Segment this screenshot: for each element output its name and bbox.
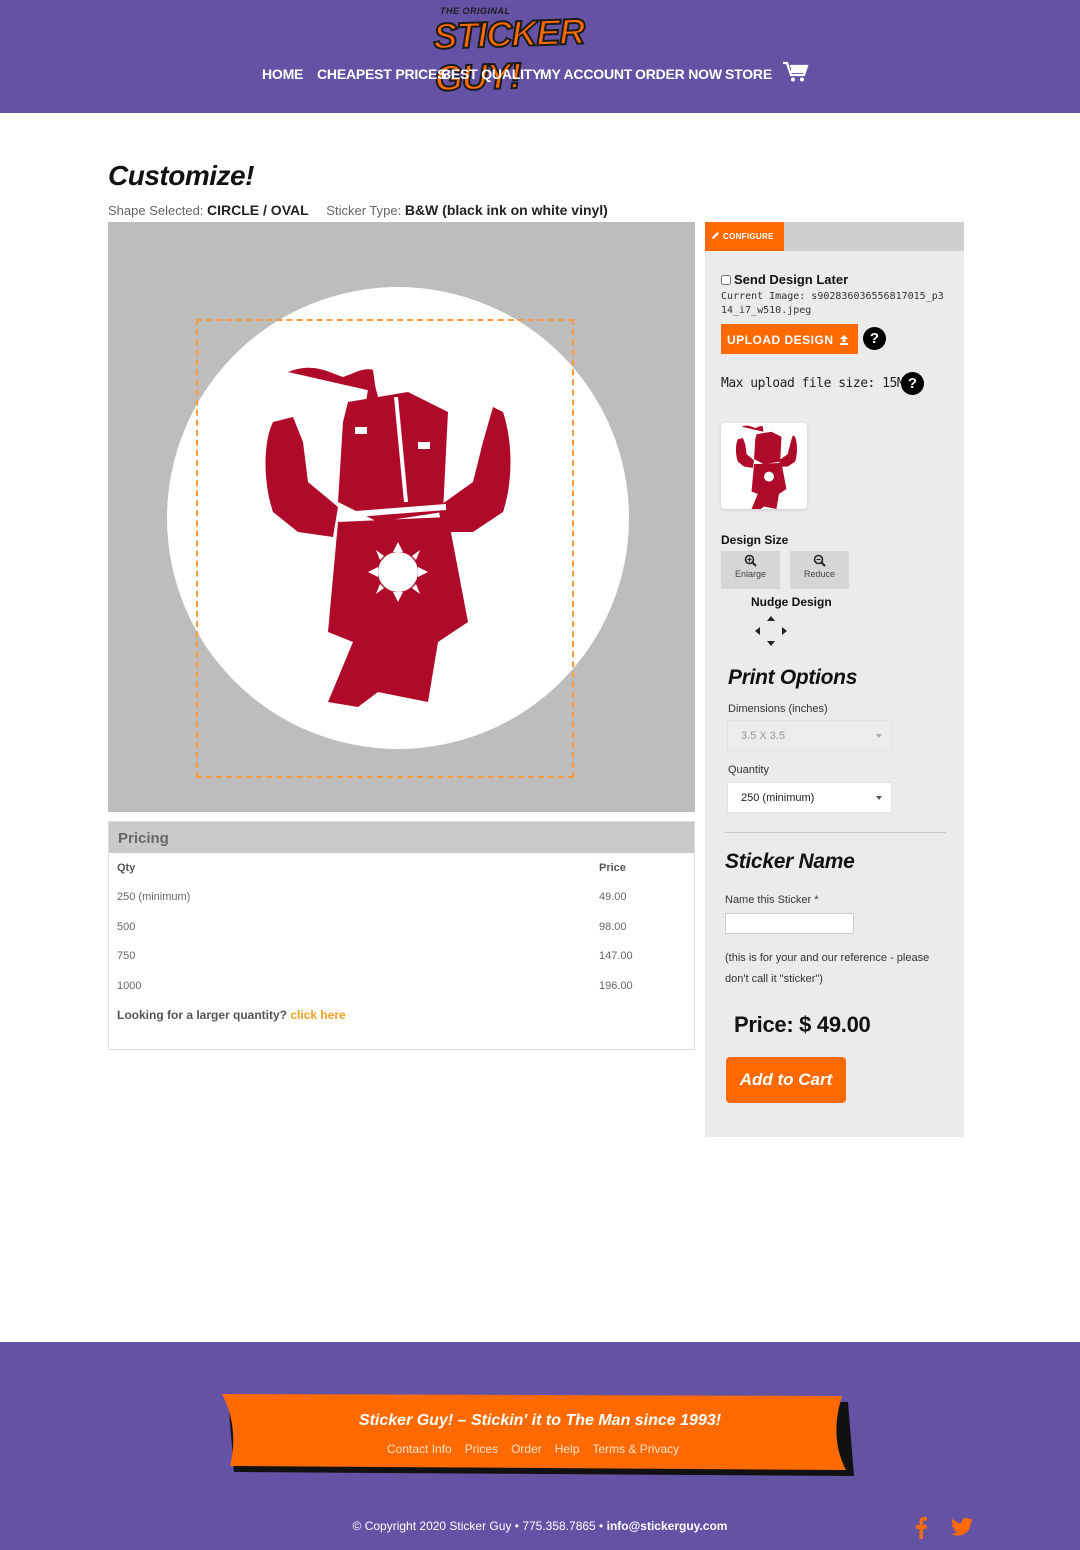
nudge-design-heading: Nudge Design xyxy=(751,595,832,609)
footer-link-prices[interactable]: Prices xyxy=(465,1442,498,1456)
zoom-out-icon xyxy=(813,554,826,567)
site-header: THE ORIGINAL STICKER GUY! HOME CHEAPEST … xyxy=(0,0,1080,113)
footer-link-help[interactable]: Help xyxy=(555,1442,580,1456)
chevron-down-icon xyxy=(876,734,882,738)
dimensions-select: 3.5 X 3.5 xyxy=(727,720,892,751)
cart-icon[interactable] xyxy=(783,61,809,83)
enlarge-button[interactable]: Enlarge xyxy=(721,551,780,589)
total-price: Price: $ 49.00 xyxy=(734,1012,871,1037)
main-nav: HOME CHEAPEST PRICES BEST QUALITY MY ACC… xyxy=(0,66,1080,90)
row-qty: 250 (minimum) xyxy=(117,891,191,903)
selection-summary: Shape Selected: CIRCLE / OVAL Sticker Ty… xyxy=(108,202,608,218)
chevron-down-icon xyxy=(876,796,882,800)
footer-links: Contact Info Prices Order Help Terms & Priva… xyxy=(387,1442,692,1456)
tab-configure[interactable]: CONFIGURE xyxy=(705,222,784,251)
row-qty: 1000 xyxy=(117,980,142,992)
site-footer: Sticker Guy! – Stickin' it to The Man si… xyxy=(0,1342,1080,1550)
tab-configure-label: CONFIGURE xyxy=(723,232,774,241)
upload-design-button[interactable]: UPLOAD DESIGN xyxy=(721,324,858,354)
col-qty-header: Qty xyxy=(117,862,136,874)
nudge-arrows-icon[interactable] xyxy=(753,615,789,647)
reduce-button[interactable]: Reduce xyxy=(790,551,849,589)
pricing-title: Pricing xyxy=(109,822,694,853)
table-row: 750 147.00 xyxy=(117,950,687,962)
table-header-row: Qty Price xyxy=(117,862,687,874)
quantity-label: Quantity xyxy=(728,764,769,776)
quantity-value: 250 (minimum) xyxy=(741,792,815,804)
section-divider xyxy=(725,832,946,833)
pencil-icon xyxy=(712,232,719,239)
table-row: 1000 196.00 xyxy=(117,980,687,992)
upload-design-label: UPLOAD DESIGN xyxy=(727,333,834,347)
row-price: 49.00 xyxy=(599,891,627,903)
zoom-in-icon xyxy=(744,554,757,567)
pricing-table: Pricing Qty Price 250 (minimum) 49.00 50… xyxy=(108,821,695,1050)
nav-home[interactable]: HOME xyxy=(262,66,303,82)
nav-my-account[interactable]: MY ACCOUNT xyxy=(540,66,632,82)
print-area-outline xyxy=(196,319,574,778)
nav-cheapest-prices[interactable]: CHEAPEST PRICES xyxy=(317,66,446,82)
contact-email[interactable]: info@stickerguy.com xyxy=(607,1519,728,1533)
larger-quantity-text: Looking for a larger quantity? xyxy=(117,1008,288,1022)
row-qty: 500 xyxy=(117,921,136,933)
send-later-option[interactable]: Send Design Later xyxy=(721,272,848,287)
thumbnail-image xyxy=(735,425,798,511)
enlarge-label: Enlarge xyxy=(734,569,767,579)
design-size-heading: Design Size xyxy=(721,533,789,547)
upload-icon xyxy=(840,335,849,345)
footer-tagline: Sticker Guy! – Stickin' it to The Man si… xyxy=(358,1412,722,1429)
larger-quantity-note: Looking for a larger quantity? click her… xyxy=(117,1008,346,1022)
sticker-name-heading: Sticker Name xyxy=(725,850,855,873)
print-options-heading: Print Options xyxy=(728,666,858,689)
current-image-filename: Current Image: s902836036556817015_p314_… xyxy=(721,291,944,316)
page-title: Customize! xyxy=(108,160,254,191)
facebook-icon[interactable] xyxy=(914,1517,928,1539)
row-price: 147.00 xyxy=(599,950,633,962)
twitter-icon[interactable] xyxy=(951,1517,973,1537)
dimensions-label: Dimensions (inches) xyxy=(728,703,828,715)
larger-quantity-link[interactable]: click here xyxy=(290,1008,345,1022)
copyright-text: © Copyright 2020 Sticker Guy • 775.358.7… xyxy=(352,1519,604,1533)
footer-link-terms[interactable]: Terms & Privacy xyxy=(592,1442,679,1456)
row-price: 196.00 xyxy=(599,980,633,992)
max-upload-size: Max upload file size: 15MB xyxy=(721,376,912,391)
configure-panel: CONFIGURE Send Design Later Current Imag… xyxy=(705,222,964,1137)
shape-value: CIRCLE / OVAL xyxy=(207,202,309,218)
dimensions-value: 3.5 X 3.5 xyxy=(741,730,786,742)
nav-best-quality[interactable]: BEST QUALITY xyxy=(441,66,541,82)
send-later-label: Send Design Later xyxy=(734,272,849,287)
sticker-name-input[interactable] xyxy=(725,913,854,934)
footer-banner xyxy=(222,1394,854,1476)
upload-help-icon[interactable]: ? xyxy=(863,327,886,350)
footer-link-order[interactable]: Order xyxy=(511,1442,542,1456)
nav-order-now[interactable]: ORDER NOW xyxy=(635,66,722,82)
row-price: 98.00 xyxy=(599,921,627,933)
design-thumbnail[interactable] xyxy=(721,423,807,511)
footer-link-contact[interactable]: Contact Info xyxy=(387,1442,452,1456)
file-size-help-icon[interactable]: ? xyxy=(901,372,924,395)
row-qty: 750 xyxy=(117,950,136,962)
table-row: 500 98.00 xyxy=(117,921,687,933)
reduce-label: Reduce xyxy=(803,569,836,579)
design-canvas[interactable] xyxy=(108,222,695,812)
nav-store[interactable]: STORE xyxy=(725,66,772,82)
shape-label: Shape Selected: xyxy=(108,203,204,218)
add-to-cart-button[interactable]: Add to Cart xyxy=(726,1057,846,1103)
col-price-header: Price xyxy=(599,862,626,874)
sticker-guy-logo[interactable]: THE ORIGINAL STICKER GUY! xyxy=(432,4,652,100)
type-label: Sticker Type: xyxy=(326,203,402,218)
table-row: 250 (minimum) 49.00 xyxy=(117,891,687,903)
sticker-name-note: (this is for your and our reference - pl… xyxy=(725,952,930,985)
quantity-select[interactable]: 250 (minimum) xyxy=(727,782,892,813)
type-value: B&W (black ink on white vinyl) xyxy=(404,202,608,218)
sticker-name-label: Name this Sticker * xyxy=(725,894,819,906)
send-later-checkbox[interactable] xyxy=(721,275,731,285)
